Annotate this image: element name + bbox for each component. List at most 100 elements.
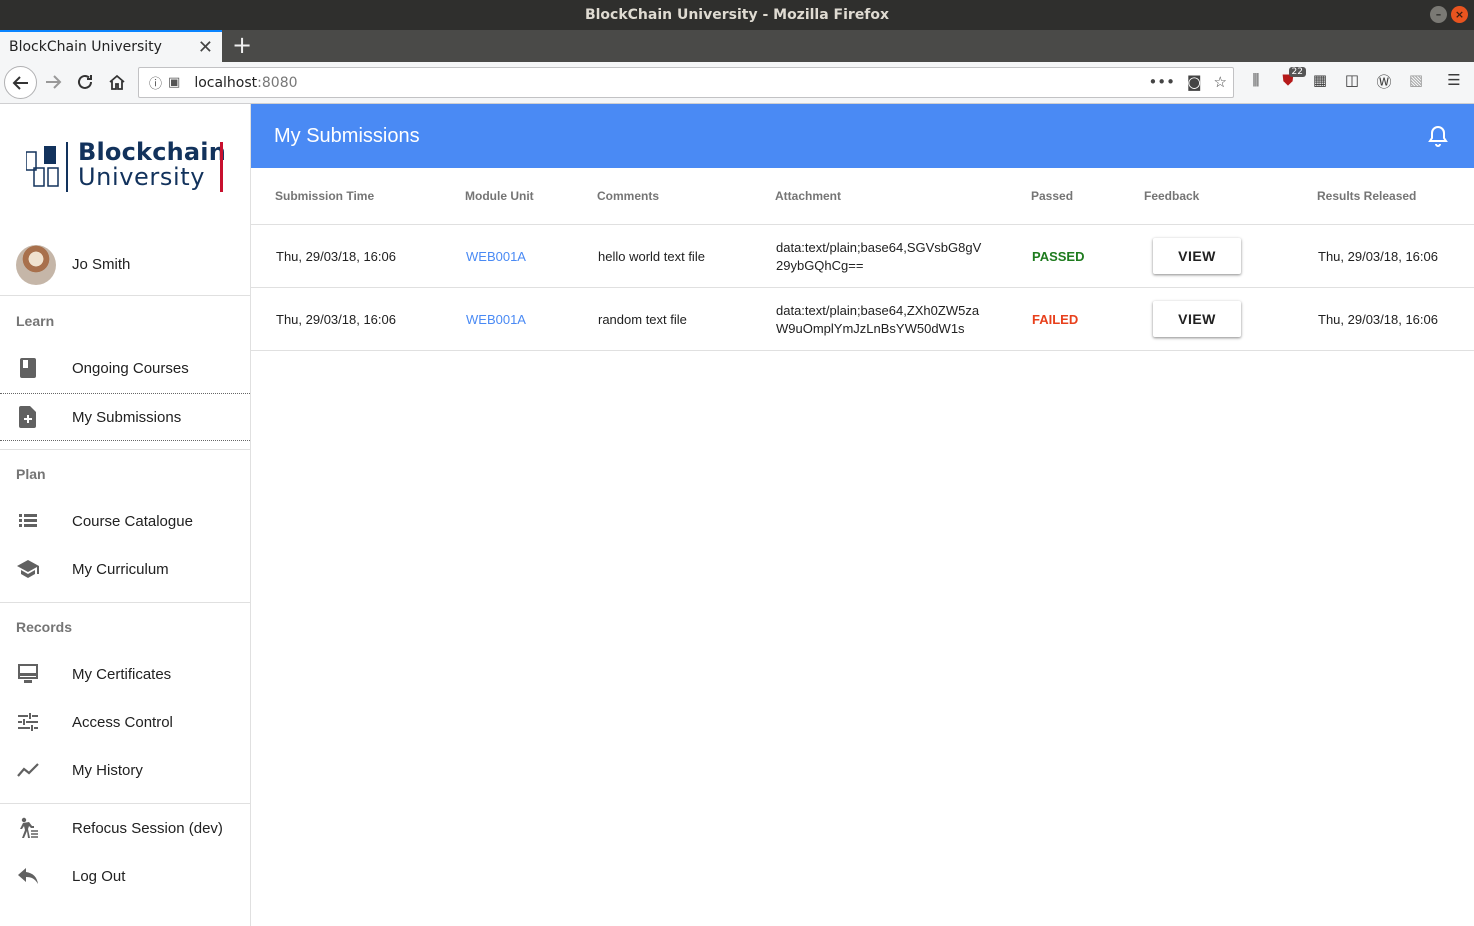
avatar bbox=[16, 244, 56, 285]
sidebar-item-label: Log Out bbox=[72, 867, 126, 885]
header-results-released[interactable]: Results Released bbox=[1317, 189, 1416, 203]
ublock-icon[interactable]: ⛊ 22 bbox=[1278, 67, 1306, 93]
logo-blocks-icon bbox=[26, 146, 59, 187]
book-icon bbox=[16, 356, 40, 380]
url-host: localhost bbox=[194, 74, 258, 91]
header-module-unit[interactable]: Module Unit bbox=[465, 189, 534, 203]
section-learn: Learn bbox=[16, 313, 55, 329]
sidebar-item-label: My Curriculum bbox=[72, 560, 169, 578]
navigation-bar: ⓘ ▣ localhost:8080 ••• ◙ ☆ ⫼ ⛊ 22 ▦ ◫ Ⓦ ▧… bbox=[0, 62, 1474, 104]
sidebar-item-ongoing-courses[interactable]: Ongoing Courses bbox=[0, 344, 250, 392]
browser-tab[interactable]: BlockChain University ✕ bbox=[0, 30, 222, 62]
user-profile[interactable]: Jo Smith bbox=[0, 234, 250, 296]
reload-button[interactable] bbox=[70, 67, 100, 97]
extension-icon[interactable]: ▧ bbox=[1406, 71, 1426, 93]
new-tab-button[interactable]: + bbox=[230, 32, 254, 60]
cell-module-unit-link[interactable]: WEB001A bbox=[466, 249, 526, 264]
close-window-button[interactable]: × bbox=[1451, 6, 1468, 23]
app: Blockchain University Jo Smith Learn Ong… bbox=[0, 104, 1474, 926]
tune-sliders-icon bbox=[16, 710, 40, 734]
notification-bell-icon[interactable] bbox=[1426, 124, 1450, 148]
close-tab-icon[interactable]: ✕ bbox=[198, 37, 213, 58]
window-title: BlockChain University - Mozilla Firefox bbox=[584, 7, 890, 23]
status-badge: FAILED bbox=[1032, 312, 1079, 327]
sidebar-item-label: Ongoing Courses bbox=[72, 359, 189, 377]
logo-line1: Blockchain bbox=[78, 138, 227, 166]
header-comments[interactable]: Comments bbox=[597, 189, 659, 203]
logo-line2: University bbox=[78, 163, 206, 191]
url-bar[interactable]: ⓘ ▣ localhost:8080 ••• ◙ ☆ bbox=[138, 67, 1234, 98]
divider bbox=[0, 602, 250, 603]
sidebar-item-label: My Certificates bbox=[72, 665, 172, 683]
hamburger-menu-icon[interactable]: ☰ bbox=[1444, 71, 1464, 93]
info-icon[interactable]: ⓘ bbox=[149, 73, 162, 92]
forward-arrow-icon bbox=[46, 75, 62, 89]
sidebar-item-access-control[interactable]: Access Control bbox=[0, 698, 250, 746]
forward-button[interactable] bbox=[38, 67, 68, 97]
tab-strip: BlockChain University ✕ + bbox=[0, 30, 1474, 62]
wappalyzer-icon[interactable]: Ⓦ bbox=[1374, 71, 1394, 93]
home-icon bbox=[109, 74, 125, 90]
page-title: My Submissions bbox=[274, 124, 420, 147]
bookmark-star-icon[interactable]: ☆ bbox=[1214, 73, 1227, 91]
view-feedback-button[interactable]: VIEW bbox=[1153, 238, 1241, 274]
ublock-badge: 22 bbox=[1288, 67, 1306, 77]
header-submission-time[interactable]: Submission Time bbox=[275, 189, 374, 203]
university-logo[interactable]: Blockchain University bbox=[26, 140, 226, 192]
logo-text: Blockchain University bbox=[78, 140, 226, 190]
sidebar-toggle-icon[interactable]: ◫ bbox=[1342, 71, 1362, 93]
user-name: Jo Smith bbox=[72, 256, 131, 273]
sidebar-item-my-submissions[interactable]: My Submissions bbox=[0, 393, 250, 441]
reload-icon bbox=[78, 74, 92, 89]
sidebar-item-refocus-session[interactable]: Refocus Session (dev) bbox=[0, 804, 250, 852]
list-icon bbox=[16, 509, 40, 533]
header-feedback[interactable]: Feedback bbox=[1144, 189, 1199, 203]
back-arrow-icon bbox=[12, 75, 28, 90]
sidebar-item-label: Refocus Session (dev) bbox=[72, 819, 223, 837]
sidebar-item-label: Course Catalogue bbox=[72, 512, 193, 530]
sidebar-item-course-catalogue[interactable]: Course Catalogue bbox=[0, 497, 250, 545]
cell-comments: random text file bbox=[598, 312, 687, 327]
logo-bar bbox=[66, 142, 68, 192]
extensions-icon[interactable]: ▦ bbox=[1310, 71, 1330, 93]
view-feedback-button[interactable]: VIEW bbox=[1153, 301, 1241, 337]
app-bar: My Submissions bbox=[251, 104, 1474, 168]
header-attachment[interactable]: Attachment bbox=[775, 189, 841, 203]
add-document-icon bbox=[16, 405, 40, 429]
page-icon: ▣ bbox=[168, 75, 181, 90]
back-button[interactable] bbox=[4, 66, 37, 99]
sidebar-item-label: My Submissions bbox=[72, 408, 182, 426]
sidebar-item-my-history[interactable]: My History bbox=[0, 746, 250, 794]
header-passed[interactable]: Passed bbox=[1031, 189, 1073, 203]
tab-title: BlockChain University bbox=[9, 39, 162, 55]
sidebar-item-my-curriculum[interactable]: My Curriculum bbox=[0, 545, 250, 593]
section-plan: Plan bbox=[16, 466, 46, 482]
sidebar-item-log-out[interactable]: Log Out bbox=[0, 852, 250, 900]
status-badge: PASSED bbox=[1032, 249, 1085, 264]
cell-results-released: Thu, 29/03/18, 16:06 bbox=[1318, 249, 1438, 264]
cell-attachment[interactable]: data:text/plain;base64,ZXh0ZW5zaW9uOmplY… bbox=[776, 302, 986, 338]
window-controls: – × bbox=[1430, 6, 1468, 23]
page-actions-icon[interactable]: ••• bbox=[1148, 73, 1175, 91]
cell-comments: hello world text file bbox=[598, 249, 705, 264]
sidebar-item-label: Access Control bbox=[72, 713, 173, 731]
library-icon[interactable]: ⫼ bbox=[1246, 71, 1266, 93]
pocket-icon[interactable]: ◙ bbox=[1187, 73, 1202, 91]
cell-submission-time: Thu, 29/03/18, 16:06 bbox=[276, 312, 396, 327]
minimize-button[interactable]: – bbox=[1430, 6, 1447, 23]
divider bbox=[0, 449, 250, 450]
logo-accent-bar bbox=[220, 142, 223, 192]
url-actions: ••• ◙ ☆ bbox=[1148, 73, 1227, 91]
os-titlebar: BlockChain University - Mozilla Firefox … bbox=[0, 0, 1474, 30]
graduation-cap-icon bbox=[16, 557, 40, 581]
cell-submission-time: Thu, 29/03/18, 16:06 bbox=[276, 249, 396, 264]
sidebar: Blockchain University Jo Smith Learn Ong… bbox=[0, 104, 251, 926]
certificate-icon bbox=[16, 662, 40, 686]
cell-module-unit-link[interactable]: WEB001A bbox=[466, 312, 526, 327]
walking-person-icon bbox=[16, 816, 40, 840]
sidebar-item-my-certificates[interactable]: My Certificates bbox=[0, 650, 250, 698]
reply-arrow-icon bbox=[16, 864, 40, 888]
home-button[interactable] bbox=[102, 67, 132, 97]
cell-attachment[interactable]: data:text/plain;base64,SGVsbG8gV29ybGQhC… bbox=[776, 239, 986, 275]
table-header: Submission Time Module Unit Comments Att… bbox=[251, 168, 1474, 225]
